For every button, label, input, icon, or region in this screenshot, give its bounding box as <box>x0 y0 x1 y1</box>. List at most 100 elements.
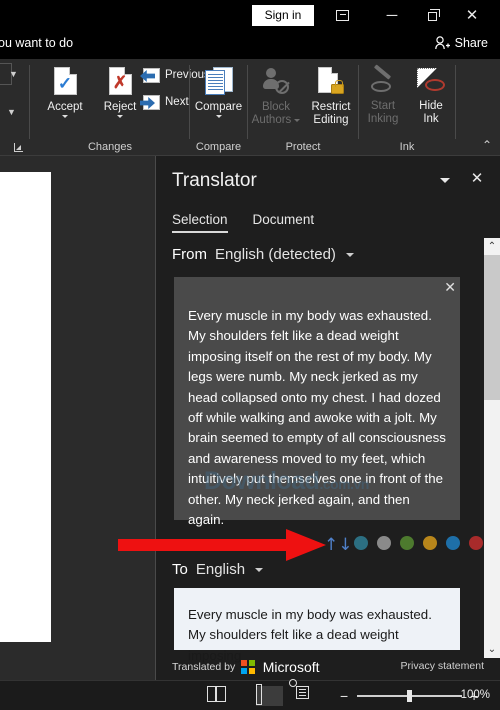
scroll-down-icon[interactable]: ⌄ <box>484 641 500 658</box>
swap-languages-icon[interactable]: ↑↓ <box>324 535 353 555</box>
from-language-row: From English (detected) <box>172 246 354 263</box>
dot-amber[interactable] <box>423 536 437 550</box>
source-text-box[interactable]: ✕ Every muscle in my body was exhausted.… <box>174 277 460 527</box>
zoom-slider-thumb[interactable] <box>407 690 412 702</box>
document-page[interactable] <box>0 172 51 642</box>
clear-source-text-icon[interactable]: ✕ <box>444 279 456 296</box>
dot-blue[interactable] <box>446 536 460 550</box>
microsoft-brand-label: Microsoft <box>262 659 320 675</box>
close-icon[interactable]: ✕ <box>468 170 486 188</box>
annotation-arrow-shaft <box>118 539 290 551</box>
word-application-window: Sign in ─ ✕ ou want to do Share ▼ ▼ ✓ Ac… <box>0 0 500 710</box>
accept-change-icon: ✓ <box>38 67 92 99</box>
previous-change-icon <box>143 68 160 83</box>
chevron-down-icon[interactable] <box>440 178 450 183</box>
reject-label: Reject <box>103 101 137 113</box>
title-bar: Sign in ─ ✕ <box>0 0 500 31</box>
ribbon-group-changes: ✓ Accept ✗ Reject Previous Next Changes <box>30 59 210 156</box>
from-language-chevron-down-icon[interactable] <box>345 252 354 257</box>
source-text: Every muscle in my body was exhausted. M… <box>188 308 446 528</box>
hide-ink-icon <box>407 68 455 98</box>
to-language-chevron-down-icon[interactable] <box>255 567 264 572</box>
translator-footer: Translated by Microsoft Privacy statemen… <box>172 656 484 676</box>
restore-icon[interactable] <box>418 4 446 27</box>
translator-pane: Translator ✕ Selection Document From Eng… <box>156 156 500 680</box>
partial-caret-icon-top[interactable]: ▼ <box>9 69 18 79</box>
close-icon[interactable]: ✕ <box>458 4 486 27</box>
translated-by-label: Translated by <box>172 661 236 673</box>
compare-dropdown-caret-icon[interactable] <box>215 115 222 118</box>
color-dots-row <box>354 536 483 550</box>
translator-tabs: Selection Document <box>172 212 314 233</box>
translated-by: Translated by Microsoft <box>172 659 320 675</box>
dialog-box-launcher[interactable] <box>14 142 25 153</box>
restrict-editing-label-line2: Editing <box>313 114 349 126</box>
accept-label: Accept <box>47 101 83 113</box>
start-inking-icon <box>359 64 407 98</box>
hide-ink-label-line2: Ink <box>423 113 439 125</box>
block-authors-label-line2: Authors <box>251 114 292 126</box>
compare-label: Compare <box>194 101 243 113</box>
to-language-value[interactable]: English <box>196 561 245 578</box>
page-title: Translator <box>172 170 257 191</box>
privacy-statement-link[interactable]: Privacy statement <box>401 660 484 672</box>
block-authors-button: Block Authors <box>248 67 304 127</box>
dot-teal[interactable] <box>354 536 368 550</box>
reject-button[interactable]: ✗ Reject <box>94 67 146 118</box>
accept-dropdown-caret-icon[interactable] <box>62 115 68 118</box>
read-mode-view-button[interactable] <box>216 686 243 706</box>
status-bar: − + 100% <box>0 679 500 710</box>
tell-me-row: ou want to do Share <box>0 31 500 59</box>
partial-caret-icon-bottom[interactable]: ▼ <box>7 107 16 117</box>
zoom-level-label[interactable]: 100% <box>461 689 490 701</box>
next-change-icon <box>140 95 160 110</box>
to-label: To <box>172 561 188 578</box>
target-text-box[interactable]: Every muscle in my body was exhausted. M… <box>174 588 460 663</box>
collapse-ribbon-icon[interactable]: ⌃ <box>482 138 492 152</box>
from-language-value[interactable]: English (detected) <box>215 246 336 263</box>
translator-scrollbar[interactable]: ⌃ ⌄ <box>484 238 500 658</box>
accept-button[interactable]: ✓ Accept <box>38 67 92 118</box>
watermark: Download.com.vn <box>204 467 369 496</box>
hide-ink-button[interactable]: Hide Ink <box>407 68 455 126</box>
block-authors-icon <box>248 67 304 99</box>
from-label: From <box>172 246 207 263</box>
sign-in-button[interactable]: Sign in <box>252 5 314 26</box>
tell-me-search-input[interactable]: ou want to do <box>0 36 73 50</box>
dot-green[interactable] <box>400 536 414 550</box>
print-layout-view-button[interactable] <box>256 684 283 706</box>
reject-dropdown-caret-icon[interactable] <box>117 115 123 118</box>
share-button[interactable]: Share <box>434 36 488 50</box>
group-separator <box>455 65 456 139</box>
minimize-icon[interactable]: ─ <box>378 4 406 27</box>
changes-group-label: Changes <box>87 141 133 153</box>
compare-button[interactable]: Compare <box>190 67 247 118</box>
annotation-arrow-head <box>286 529 326 561</box>
restrict-editing-icon <box>304 67 358 99</box>
scroll-up-icon[interactable]: ⌃ <box>484 238 500 255</box>
person-add-icon <box>434 36 450 50</box>
dot-gray[interactable] <box>377 536 391 550</box>
zoom-out-button[interactable]: − <box>340 689 348 703</box>
share-label: Share <box>454 36 488 50</box>
annotation-arrow <box>118 529 326 561</box>
block-authors-label-line1: Block <box>261 101 291 113</box>
ribbon-group-partial-left: ▼ ▼ <box>0 59 30 156</box>
tab-selection[interactable]: Selection <box>172 212 228 233</box>
zoom-slider[interactable] <box>357 690 462 702</box>
print-layout-icon <box>256 684 262 705</box>
restrict-editing-button[interactable]: Restrict Editing <box>304 67 358 127</box>
watermark-suffix: .com.vn <box>319 476 369 492</box>
scrollbar-thumb[interactable] <box>484 255 500 400</box>
block-authors-dropdown-caret-icon <box>294 119 301 122</box>
start-inking-label-line1: Start <box>370 100 396 112</box>
ink-group-label: Ink <box>399 141 415 153</box>
next-label: Next <box>165 96 189 108</box>
dot-red[interactable] <box>469 536 483 550</box>
tab-document[interactable]: Document <box>253 212 315 233</box>
web-layout-view-button[interactable] <box>289 679 323 706</box>
ribbon-group-ink: Start Inking Hide Ink Ink <box>359 59 455 156</box>
ribbon-group-compare: Compare Compare <box>190 59 247 156</box>
reject-change-icon: ✗ <box>94 67 146 99</box>
ribbon-display-options-icon[interactable] <box>328 4 356 27</box>
